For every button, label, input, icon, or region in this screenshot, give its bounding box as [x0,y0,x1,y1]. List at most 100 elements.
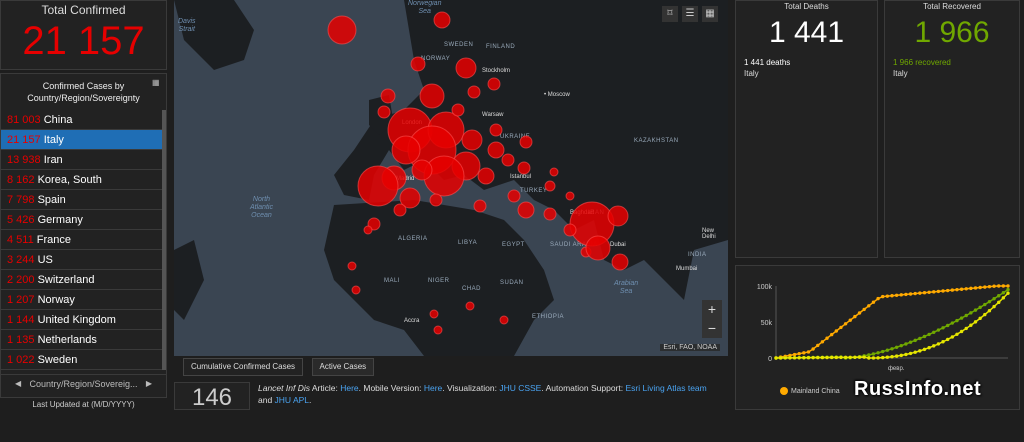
case-bubble[interactable] [429,193,443,207]
legend-icon[interactable]: ☰ [682,6,698,22]
case-bubble[interactable] [391,135,421,165]
case-bubble[interactable] [411,159,433,181]
case-bubble[interactable] [357,165,399,207]
country-count: 3 244 [7,254,35,266]
case-bubble[interactable] [563,223,577,237]
case-bubble[interactable] [607,205,629,227]
recovered-count: 1 966 [893,58,914,67]
case-bubble[interactable] [487,141,505,159]
jhu-link[interactable]: JHU CSSE [499,383,541,393]
case-bubble[interactable] [419,83,445,109]
case-bubble[interactable] [393,203,407,217]
case-bubble[interactable] [377,105,391,119]
case-bubble[interactable] [487,77,501,91]
mainland-china-point [969,286,973,291]
case-bubble[interactable] [451,103,465,117]
series-3-point [941,340,945,344]
mainland-china-point [983,285,987,289]
case-bubble[interactable] [351,285,361,295]
country-row[interactable]: 1 207 Norway [1,290,165,310]
case-bubble[interactable] [429,309,439,319]
series-3-point [871,356,876,360]
case-bubble[interactable] [380,88,396,104]
series-3-point [778,356,783,360]
country-row[interactable]: 1 144 United Kingdom [1,310,165,330]
case-bubble[interactable] [363,225,373,235]
mainland-china-point [987,284,992,289]
country-name: Spain [37,194,66,206]
prev-arrow-icon[interactable]: ◀ [15,375,21,393]
country-row[interactable]: 8 162 Korea, South [1,170,165,190]
country-count: 1 207 [7,294,35,306]
list-scrollbar[interactable] [162,110,166,370]
case-bubble[interactable] [467,85,481,99]
case-bubble[interactable] [433,11,451,29]
country-row[interactable]: 7 798 Spain [1,190,165,210]
country-count: 7 798 [7,194,35,206]
case-bubble[interactable] [473,199,487,213]
info-text-part: Article: [309,383,341,393]
country-row[interactable]: 21 157 Italy [1,130,165,150]
zoom-in-button[interactable]: + [702,300,722,319]
case-bubble[interactable] [501,153,515,167]
mainland-china-point [802,351,806,355]
article-link[interactable]: Here [340,383,358,393]
case-bubble[interactable] [499,315,509,325]
case-bubble[interactable] [461,129,483,151]
watermark: RussInfo.net [854,378,982,400]
case-bubble[interactable] [517,201,535,219]
case-bubble[interactable] [327,15,357,45]
case-bubble[interactable] [519,135,533,149]
esri-link[interactable]: Esri Living Atlas team [625,383,706,393]
case-bubble[interactable] [433,325,443,335]
country-row[interactable]: 4 511 France [1,230,165,250]
mainland-china-point [848,318,852,322]
info-text-part: . Visualization: [442,383,500,393]
case-bubble[interactable] [517,161,531,175]
case-bubble[interactable] [565,191,575,201]
case-bubbles[interactable] [174,0,728,356]
apl-link[interactable]: JHU APL [275,395,310,405]
series-2-point [871,352,876,356]
case-bubble[interactable] [543,207,557,221]
series-3-point [945,337,950,342]
country-row[interactable]: 1 135 Netherlands [1,330,165,350]
country-row[interactable]: 81 003 China [1,110,165,130]
country-row[interactable]: 1 022 Sweden [1,350,165,370]
series-3-point [853,355,857,359]
zoom-out-button[interactable]: − [702,319,722,338]
country-row[interactable]: 2 200 Switzerland [1,270,165,290]
country-name: Germany [37,214,83,226]
case-bubble[interactable] [477,167,495,185]
panel-menu-icon[interactable]: ▦ [152,78,162,88]
series-2-point [867,353,871,357]
case-bubble[interactable] [585,235,611,261]
mainland-china-point [834,329,839,333]
mainland-china-point [913,291,917,296]
country-row[interactable]: 13 938 Iran [1,150,165,170]
case-bubble[interactable] [611,253,629,271]
case-bubble[interactable] [347,261,357,271]
mobile-link[interactable]: Here [424,383,442,393]
next-arrow-icon[interactable]: ▶ [146,375,152,393]
case-bubble[interactable] [489,123,503,137]
country-row[interactable]: 5 426 Germany [1,210,165,230]
case-bubble[interactable] [410,56,426,72]
mainland-china-point [894,293,899,297]
country-row[interactable]: 3 244 US [1,250,165,270]
tab-cumulative-confirmed[interactable]: Cumulative Confirmed Cases [183,358,304,376]
tab-active-cases[interactable]: Active Cases [311,358,375,376]
mainland-china-point [881,294,885,299]
mainland-china-point [885,294,890,298]
case-bubble[interactable] [465,301,475,311]
bookmark-icon[interactable]: ⌑ [662,6,678,22]
series-2-point [983,302,987,307]
case-bubble[interactable] [455,57,477,79]
series-2-point [955,318,959,323]
case-bubble[interactable] [549,167,559,177]
basemap-icon[interactable]: ▦ [702,6,718,22]
country-count: 13 938 [7,154,41,166]
case-bubble[interactable] [507,189,521,203]
case-bubble[interactable] [544,180,556,192]
map-view[interactable]: Davis Strait Norwegian Sea North Atlantic Oc… [174,0,728,356]
